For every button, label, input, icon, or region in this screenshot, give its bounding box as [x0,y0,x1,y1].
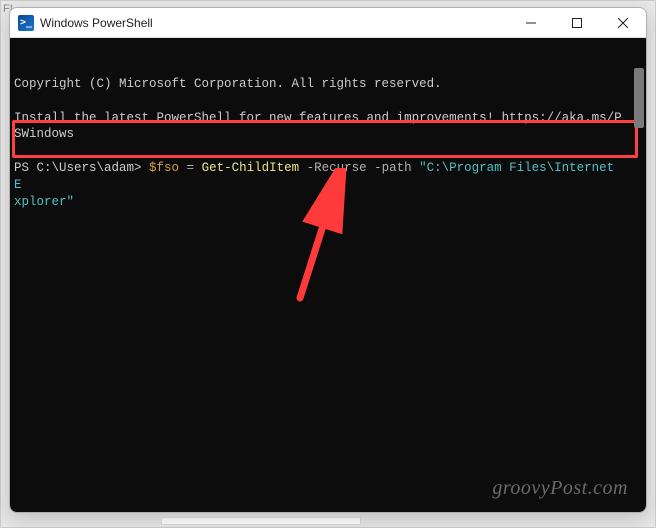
prompt-text: PS C:\Users\adam> [14,161,149,175]
terminal-content: Copyright (C) Microsoft Corporation. All… [12,76,644,211]
terminal-area[interactable]: Copyright (C) Microsoft Corporation. All… [10,38,646,512]
titlebar[interactable]: >_ Windows PowerShell [10,8,646,38]
cmd-flags: -Recurse -path [299,161,419,175]
cmd-path-part2: xplorer" [14,195,74,209]
powershell-window: >_ Windows PowerShell Copyright (C) Micr… [9,7,647,513]
background-panel [161,517,361,525]
close-icon [618,18,628,28]
maximize-icon [572,18,582,28]
minimize-icon [526,18,536,28]
scrollbar-thumb[interactable] [634,68,644,128]
minimize-button[interactable] [508,8,554,38]
cmd-cmdlet: Get-ChildItem [202,161,300,175]
powershell-icon: >_ [18,15,34,31]
cmd-equals: = [179,161,202,175]
close-button[interactable] [600,8,646,38]
window-title: Windows PowerShell [40,16,153,30]
maximize-button[interactable] [554,8,600,38]
copyright-line: Copyright (C) Microsoft Corporation. All… [14,77,442,91]
cmd-variable: $fso [149,161,179,175]
watermark-text: groovyPost.com [492,475,628,502]
install-message: Install the latest PowerShell for new fe… [14,111,622,142]
